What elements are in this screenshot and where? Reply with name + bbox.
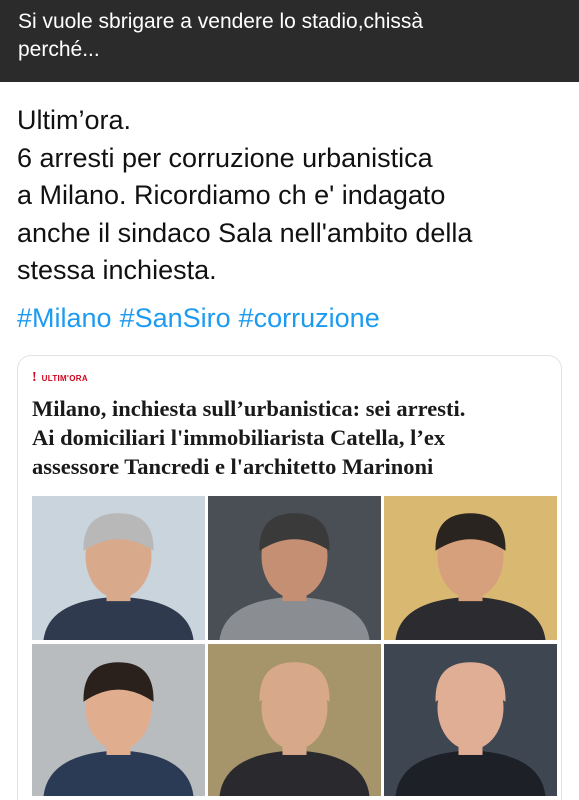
tweet-line: anche il sindaco Sala nell'ambito della (17, 217, 473, 248)
headline-line: Milano, inchiesta sull’urbanistica: sei … (32, 396, 466, 421)
portrait-photo (208, 644, 381, 796)
tweet-line: a Milano. Ricordiamo ch e' indagato (17, 180, 446, 210)
portrait-4 (32, 644, 205, 796)
caption-line-1: Si vuole sbrigare a vendere lo stadio,ch… (18, 10, 424, 33)
hashtag-sansiro[interactable]: #SanSiro (120, 303, 231, 333)
kicker-label: ULTIM'ORA (41, 373, 88, 383)
tweet-text: Ultim’ora. 6 arresti per corruzione urba… (17, 102, 569, 290)
article-headline[interactable]: Milano, inchiesta sull’urbanistica: sei … (32, 394, 557, 481)
portrait-6 (384, 644, 557, 796)
hashtag-corruzione[interactable]: #corruzione (239, 303, 380, 333)
breaking-news-kicker: ! ULTIM'ORA (32, 370, 88, 386)
portrait-5 (208, 644, 381, 796)
headline-line: assessore Tancredi e l'architetto Marino… (32, 454, 434, 479)
caption-banner: Si vuole sbrigare a vendere lo stadio,ch… (0, 0, 579, 82)
portrait-photo (384, 644, 557, 796)
portrait-photo (32, 644, 205, 796)
portrait-2 (208, 496, 381, 640)
headline-line: Ai domiciliari l'immobiliarista Catella,… (32, 425, 446, 450)
portrait-photo (384, 496, 557, 640)
caption-line-2: perché... (18, 38, 100, 61)
link-preview-card[interactable]: ! ULTIM'ORA Milano, inchiesta sull’urban… (17, 355, 562, 800)
portrait-3 (384, 496, 557, 640)
hashtag-milano[interactable]: #Milano (17, 303, 112, 333)
hashtag-list: #Milano #SanSiro #corruzione (17, 300, 388, 337)
portrait-photo (32, 496, 205, 640)
tweet-line: stessa inchiesta. (17, 255, 217, 285)
exclamation-icon: ! (32, 370, 37, 385)
tweet-line: 6 arresti per corruzione urbanistica (17, 142, 433, 173)
tweet-line: Ultim’ora. (17, 105, 132, 135)
photo-grid[interactable] (32, 496, 557, 796)
portrait-1 (32, 496, 205, 640)
portrait-photo (208, 496, 381, 640)
